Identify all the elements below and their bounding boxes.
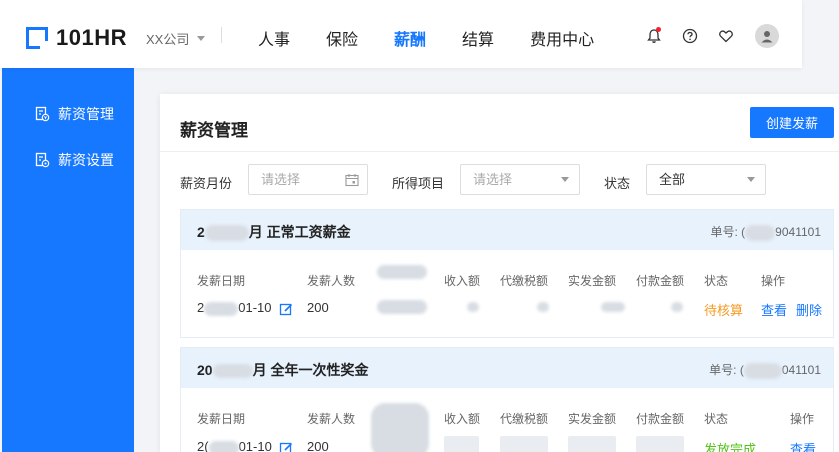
company-name: XX公司 (146, 32, 190, 47)
redacted-value (636, 436, 684, 452)
redacted-text (204, 301, 239, 316)
redacted-text (371, 403, 429, 452)
main-panel: 薪资管理 创建发薪 薪资月份 请选择 所得项目 请选择 状态 全部 2月 正常工… (160, 94, 839, 452)
heart-icon[interactable] (715, 25, 737, 47)
redacted-text (204, 225, 249, 242)
header-icons (643, 24, 779, 48)
logo-text: 101HR (56, 25, 127, 50)
delete-link[interactable]: 删除 (796, 300, 822, 319)
status-filter-label: 状态 (604, 176, 631, 191)
status-filter-select[interactable]: 全部 (646, 164, 766, 195)
calendar-icon (345, 174, 359, 187)
edit-icon[interactable] (279, 302, 293, 316)
redacted-text (377, 265, 427, 279)
header-divider (221, 27, 222, 43)
view-link[interactable]: 查看 (761, 300, 787, 319)
income-filter-placeholder: 请选择 (473, 172, 513, 187)
nav-item-insurance[interactable]: 保险 (326, 26, 358, 50)
redacted-value (444, 436, 479, 452)
chevron-down-icon (197, 36, 206, 41)
chevron-down-icon (747, 177, 755, 182)
payroll-card-header: 2月 正常工资薪金 单号: (9041101 (181, 210, 833, 250)
col-net-pay: 实发金额 (568, 274, 617, 288)
payroll-card-header: 20 月 全年一次性奖金 单号: (041101 (181, 348, 833, 388)
redacted-value (500, 436, 548, 452)
payroll-card: 20 月 全年一次性奖金 单号: (041101 发薪日期 发薪人数 收入额 代缴… (180, 347, 834, 452)
notification-badge (656, 27, 661, 32)
sidebar-item-label: 薪资管理 (58, 106, 114, 122)
redacted-text (745, 224, 776, 241)
payroll-card-title: 2月 正常工资薪金 (197, 224, 351, 242)
pay-count-value: 200 (307, 439, 329, 452)
nav-item-settlement[interactable]: 结算 (462, 26, 494, 50)
redacted-text (467, 302, 479, 312)
document-settings-icon (35, 152, 50, 168)
nav-item-expense-center[interactable]: 费用中心 (530, 26, 594, 50)
nav-item-salary[interactable]: 薪酬 (394, 26, 426, 50)
col-status: 状态 (704, 274, 729, 288)
col-payment-amount: 付款金额 (636, 412, 685, 426)
help-icon[interactable] (679, 25, 701, 47)
logo-mark-icon (26, 27, 48, 49)
edit-icon[interactable] (279, 441, 293, 452)
main-nav: 人事 保险 薪酬 结算 费用中心 (258, 26, 630, 50)
sidebar-item-salary-management[interactable]: 薪资管理 (34, 104, 114, 124)
redacted-value (568, 436, 616, 452)
status-badge: 待核算 (704, 303, 744, 318)
col-status: 状态 (704, 412, 729, 426)
col-actions: 操作 (761, 274, 786, 288)
chevron-down-icon (561, 177, 569, 182)
col-income: 收入额 (444, 274, 481, 288)
status-filter-value: 全部 (659, 172, 686, 187)
view-link[interactable]: 查看 (790, 439, 816, 452)
income-filter-label: 所得项目 (392, 176, 445, 191)
pay-date-value: 2(01-10 (197, 439, 293, 452)
redacted-text (212, 364, 253, 379)
top-header: 101HR XX公司 人事 保险 薪酬 结算 费用中心 (0, 0, 802, 68)
page-title: 薪资管理 (180, 121, 248, 140)
payroll-card: 2月 正常工资薪金 单号: (9041101 发薪日期 发薪人数 收入额 代缴税… (180, 209, 834, 338)
col-pay-date: 发薪日期 (197, 274, 246, 288)
panel-divider (160, 151, 839, 152)
col-pay-count: 发薪人数 (307, 412, 356, 426)
redacted-text (601, 302, 625, 312)
sidebar: 薪资管理 薪资设置 (2, 68, 134, 452)
pay-date-value: 2 01-10 (197, 300, 293, 316)
payroll-order-number: 单号: (041101 (709, 362, 821, 379)
redacted-text (537, 302, 549, 312)
col-pay-date: 发薪日期 (197, 412, 246, 426)
company-selector[interactable]: XX公司 (146, 29, 206, 48)
month-filter-input[interactable]: 请选择 (248, 164, 368, 195)
col-tax: 代缴税额 (500, 274, 549, 288)
payroll-order-number: 单号: (9041101 (710, 224, 821, 241)
col-pay-count: 发薪人数 (307, 274, 356, 288)
col-net-pay: 实发金额 (568, 412, 617, 426)
redacted-text (377, 300, 427, 314)
month-filter-placeholder: 请选择 (261, 172, 301, 187)
document-money-icon (35, 106, 50, 122)
redacted-text (671, 302, 683, 312)
payroll-card-title: 20 月 全年一次性奖金 (197, 362, 369, 379)
sidebar-item-label: 薪资设置 (58, 152, 114, 168)
col-tax: 代缴税额 (500, 412, 549, 426)
status-badge: 发放完成 (704, 442, 757, 452)
nav-item-hr[interactable]: 人事 (258, 26, 290, 50)
income-filter-select[interactable]: 请选择 (460, 164, 580, 195)
user-avatar-icon[interactable] (755, 24, 779, 48)
redacted-text (208, 440, 239, 452)
col-payment-amount: 付款金额 (636, 274, 685, 288)
create-payroll-button[interactable]: 创建发薪 (750, 107, 834, 138)
redacted-text (743, 362, 782, 379)
logo[interactable]: 101HR (26, 25, 127, 51)
sidebar-item-salary-settings[interactable]: 薪资设置 (34, 150, 114, 170)
bell-icon[interactable] (643, 25, 665, 47)
col-income: 收入额 (444, 412, 481, 426)
pay-count-value: 200 (307, 300, 329, 315)
month-filter-label: 薪资月份 (180, 176, 233, 191)
col-actions: 操作 (790, 412, 815, 426)
